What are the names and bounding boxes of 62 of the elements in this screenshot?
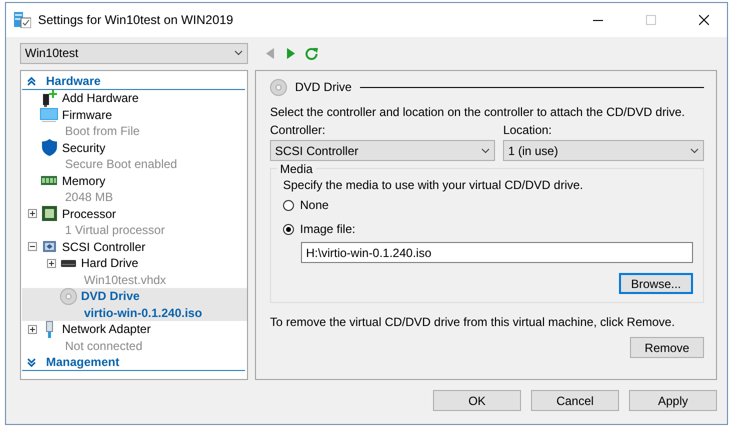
disc-icon xyxy=(270,78,287,96)
tree-item[interactable]: Network Adapter xyxy=(62,322,151,336)
tree-item-detail: virtio-win-0.1.240.iso xyxy=(84,306,202,320)
vm-dropdown[interactable]: Win10test xyxy=(20,42,248,64)
chip-icon xyxy=(42,206,56,222)
panel-title: DVD Drive xyxy=(295,80,352,94)
tree-item-detail: 1 Virtual processor xyxy=(65,223,165,238)
radio-label[interactable]: Image file: xyxy=(300,222,356,236)
radio-button[interactable] xyxy=(283,200,294,210)
location-label: Location: xyxy=(503,123,553,137)
tree-item-detail: Secure Boot enabled xyxy=(65,157,178,172)
tree-item-detail: Not connected xyxy=(65,338,142,353)
hard-drive-icon xyxy=(60,260,76,267)
controller-dropdown[interactable]: SCSI Controller xyxy=(270,140,496,161)
add-hardware-icon xyxy=(41,90,57,107)
tree-item[interactable]: Memory xyxy=(62,174,106,188)
collapse-section-icon[interactable] xyxy=(27,76,36,86)
refresh-icon[interactable] xyxy=(304,46,319,60)
intro-text: Select the controller and location on the controller to attach the CD/DVD drive. xyxy=(270,105,686,119)
radio-label[interactable]: None xyxy=(300,198,329,212)
browse-button[interactable]: Browse... xyxy=(619,273,693,294)
image-path-field[interactable]: H:\virtio-win-0.1.240.iso xyxy=(301,242,693,263)
selected-tree-row[interactable]: DVD Drive virtio-win-0.1.240.iso xyxy=(22,288,247,321)
tree-item[interactable]: SCSI Controller xyxy=(62,240,146,254)
settings-window-icon xyxy=(14,12,31,28)
remove-hint: To remove the virtual CD/DVD drive from this virtual machine, click Remove. xyxy=(270,315,676,329)
network-adapter-icon xyxy=(44,320,54,338)
collapse-icon[interactable] xyxy=(28,242,37,252)
dialog-button[interactable]: Apply xyxy=(629,390,717,411)
tree-item[interactable]: Add Hardware xyxy=(62,91,139,106)
group-legend: Media xyxy=(277,162,316,176)
dialog-button[interactable]: Cancel xyxy=(531,390,619,411)
tree-item[interactable]: Processor xyxy=(62,206,116,221)
chevron-down-icon xyxy=(690,148,699,154)
radio-button[interactable] xyxy=(283,224,294,234)
window-title: Settings for Win10test on WIN2019 xyxy=(38,13,234,27)
close-icon[interactable] xyxy=(699,15,709,25)
tree-item[interactable]: Security xyxy=(62,140,106,155)
section-header[interactable]: Management xyxy=(46,355,120,369)
chevron-down-icon xyxy=(234,50,243,56)
expand-icon[interactable] xyxy=(47,258,56,268)
controller-label: Controller: xyxy=(270,123,326,137)
expand-icon[interactable] xyxy=(28,324,37,334)
media-hint: Specify the media to use with your virtual CD/DVD drive. xyxy=(283,178,584,192)
location-dropdown[interactable]: 1 (in use) xyxy=(503,140,704,161)
disc-icon xyxy=(60,288,76,305)
section-header[interactable]: Hardware xyxy=(46,74,101,88)
tree-item[interactable]: DVD Drive xyxy=(81,289,140,304)
tree-item-detail: Boot from File xyxy=(65,124,140,138)
expand-section-icon[interactable] xyxy=(27,358,36,366)
remove-button[interactable]: Remove xyxy=(630,337,704,358)
monitor-icon xyxy=(40,108,58,122)
tree-item[interactable]: Hard Drive xyxy=(81,256,138,270)
memory-icon xyxy=(41,176,57,186)
chevron-down-icon xyxy=(481,148,490,154)
controller-icon xyxy=(40,239,58,254)
expand-icon[interactable] xyxy=(28,209,37,218)
tree-item-detail: 2048 MB xyxy=(65,190,114,204)
tree-item[interactable]: Firmware xyxy=(62,108,112,122)
tree-item-detail: Win10test.vhdx xyxy=(84,272,166,287)
dialog-button[interactable]: OK xyxy=(433,390,521,411)
shield-icon xyxy=(42,139,56,156)
